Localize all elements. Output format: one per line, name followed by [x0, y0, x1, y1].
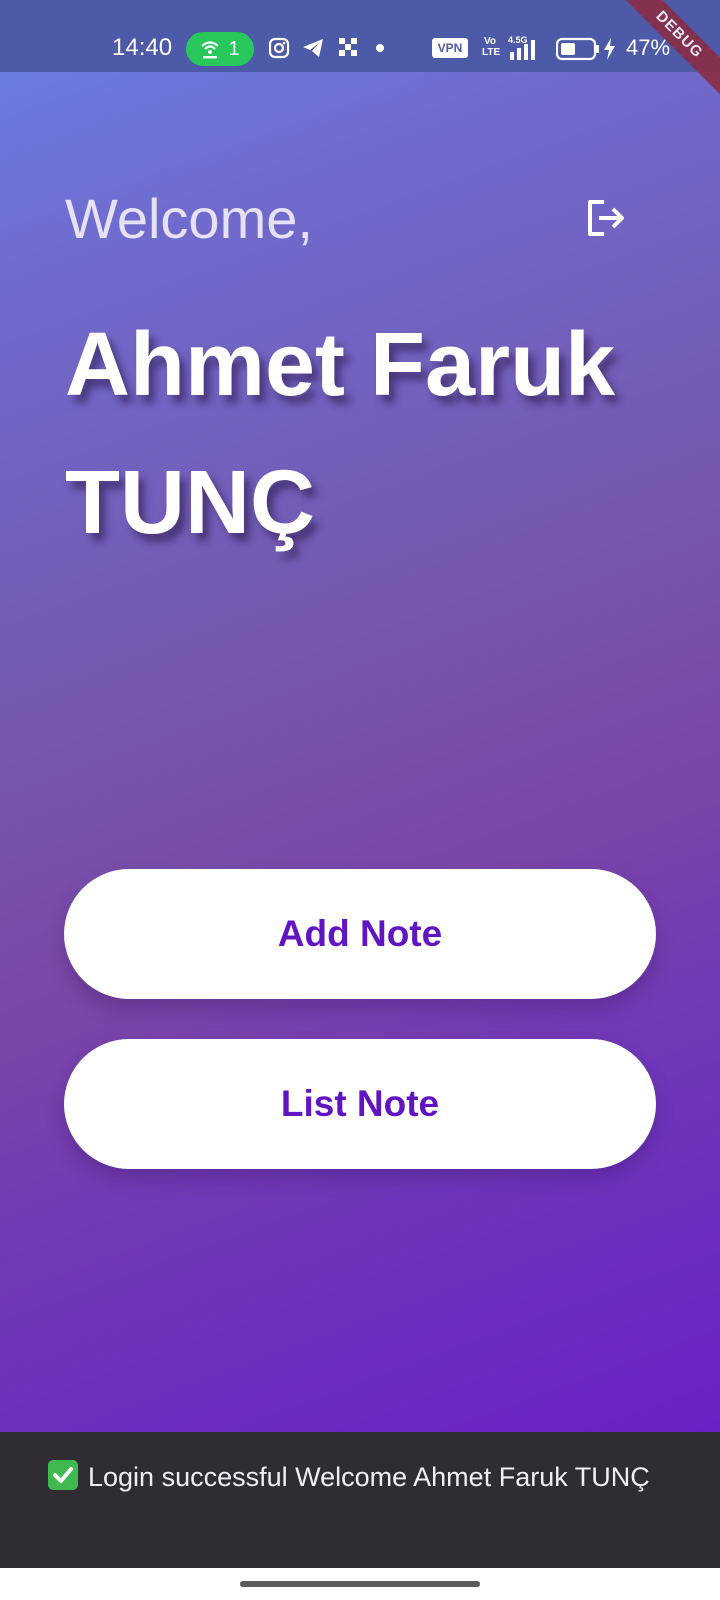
signal-strength-icon: 4.5G [508, 35, 535, 60]
hotspot-count: 1 [228, 37, 240, 60]
battery-icon [556, 37, 615, 61]
snackbar-message: Login successful Welcome Ahmet Faruk TUN… [88, 1462, 650, 1492]
logout-icon[interactable] [584, 196, 628, 240]
app-notification-icon [339, 38, 357, 56]
hotspot-indicator: 1 [186, 32, 254, 66]
network-type-label: 4.5G [508, 35, 528, 45]
navigation-bar [0, 1568, 720, 1600]
status-bar: 14:40 1 VPN Vo LTE 4.5G 47% DEBUG [0, 0, 720, 105]
user-name: Ahmet Faruk TUNÇ [65, 315, 616, 553]
status-time: 14:40 [112, 34, 173, 61]
home-screen: 14:40 1 VPN Vo LTE 4.5G 47% DEBUG Welcom… [0, 0, 720, 1432]
list-note-button[interactable]: List Note [64, 1039, 656, 1169]
home-indicator[interactable] [240, 1581, 480, 1587]
welcome-text: Welcome, [65, 187, 313, 250]
vpn-badge: VPN [432, 38, 468, 58]
telegram-icon [303, 39, 323, 57]
instagram-icon [268, 37, 290, 59]
snackbar-content: Login successful Welcome Ahmet Faruk TUN… [48, 1458, 688, 1496]
add-note-button[interactable]: Add Note [64, 869, 656, 999]
more-notifications-dot-icon [376, 44, 384, 52]
login-snackbar: Login successful Welcome Ahmet Faruk TUN… [0, 1432, 720, 1568]
check-mark-icon [48, 1460, 78, 1490]
volte-indicator: Vo LTE [482, 36, 501, 58]
hotspot-icon [200, 39, 220, 59]
